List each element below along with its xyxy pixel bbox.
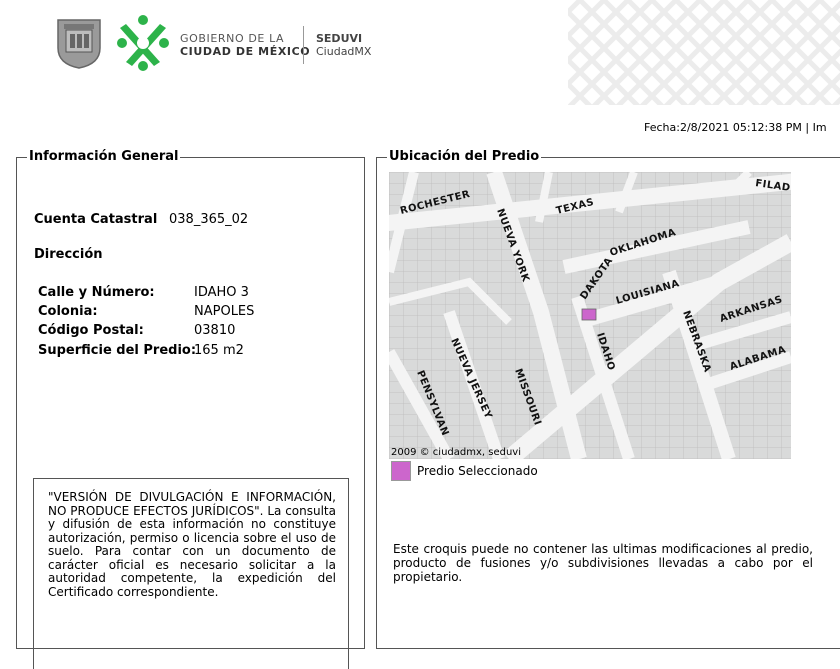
cuenta-catastral-value: 038_365_02 — [169, 212, 249, 227]
selected-parcel-swatch — [391, 461, 411, 481]
cuenta-catastral-label: Cuenta Catastral — [34, 212, 158, 227]
street-map: ROCHESTER TEXAS FILADE NUEVA YORK DAKOTA… — [389, 172, 791, 459]
selected-parcel[interactable] — [581, 308, 597, 321]
superficie-label: Superficie del Predio: — [38, 343, 197, 358]
general-info-panel: Información General Cuenta Catastral 038… — [16, 149, 365, 669]
page-header: GOBIERNO DE LA CIUDAD DE MÉXICO SEDUVI C… — [0, 0, 840, 105]
colonia-label: Colonia: — [38, 304, 98, 319]
calle-value: IDAHO 3 — [194, 285, 249, 300]
location-panel: Ubicación del Predio ROCHESTER TEXAS FIL… — [376, 149, 840, 649]
cdmx-logo-icon — [117, 15, 169, 71]
codigo-postal-value: 03810 — [194, 323, 236, 338]
disclaimer-text: "VERSIÓN DE DIVULGACIÓN E INFORMACIÓN, N… — [48, 490, 336, 599]
calle-label: Calle y Número: — [38, 285, 155, 300]
government-name: GOBIERNO DE LA CIUDAD DE MÉXICO — [180, 32, 310, 58]
header-separator — [303, 26, 304, 64]
agency-title: SEDUVI — [316, 32, 363, 45]
general-info-title: Información General — [27, 149, 181, 164]
cdmx-shield-icon — [57, 19, 101, 69]
gov-line1: GOBIERNO DE LA — [180, 32, 285, 45]
superficie-value: 165 m2 — [194, 343, 244, 358]
gov-line2: CIUDAD DE MÉXICO — [180, 45, 311, 58]
agency-name: SEDUVI CiudadMX — [316, 32, 371, 58]
location-map[interactable]: ROCHESTER TEXAS FILADE NUEVA YORK DAKOTA… — [389, 172, 791, 459]
direccion-label: Dirección — [34, 247, 103, 262]
map-note: Este croquis puede no contener las ultim… — [393, 542, 813, 584]
timestamp: Fecha:2/8/2021 05:12:38 PM | Im — [644, 121, 827, 134]
decorative-pattern — [568, 0, 840, 105]
codigo-postal-label: Código Postal: — [38, 323, 144, 338]
agency-subtitle: CiudadMX — [316, 45, 372, 58]
colonia-value: NAPOLES — [194, 304, 255, 319]
selected-parcel-label: Predio Seleccionado — [417, 464, 538, 478]
disclaimer-box: "VERSIÓN DE DIVULGACIÓN E INFORMACIÓN, N… — [33, 478, 349, 669]
map-credit: 2009 © ciudadmx, seduvi — [391, 447, 522, 458]
location-title: Ubicación del Predio — [387, 149, 542, 164]
